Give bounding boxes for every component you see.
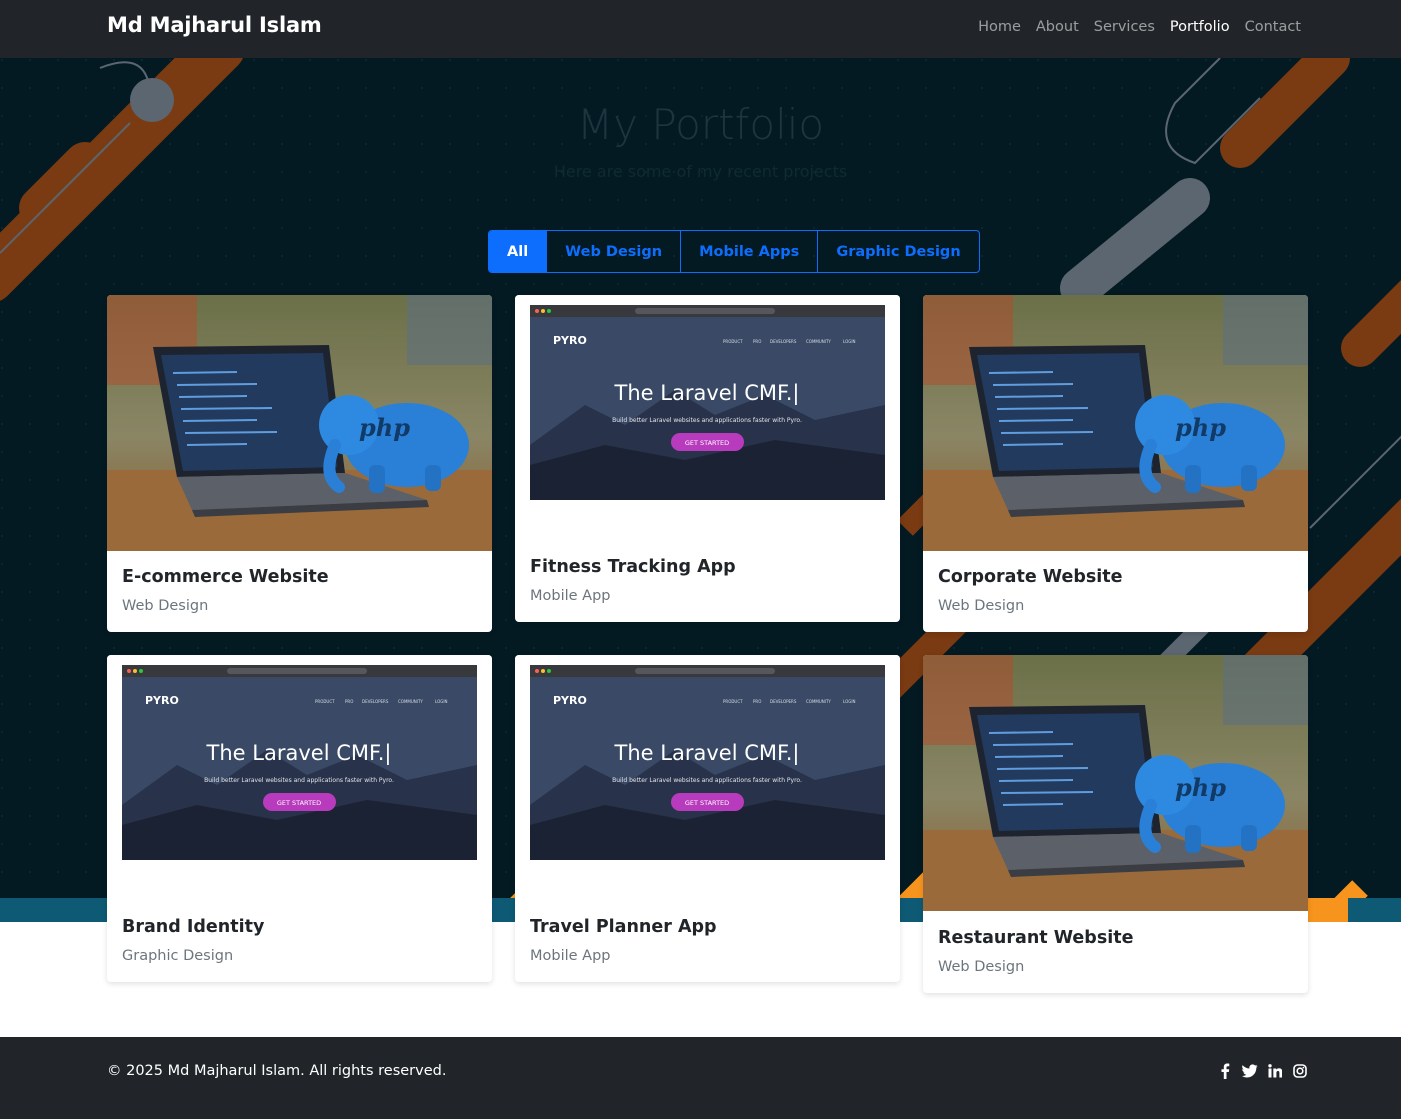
mockup-nav-community: COMMUNITY bbox=[806, 339, 831, 344]
mockup-nav-product: PRODUCT bbox=[315, 699, 335, 704]
social-links bbox=[1217, 1062, 1308, 1080]
project-category: Web Design bbox=[938, 959, 1025, 975]
mockup-nav-developers: DEVELOPERS bbox=[770, 339, 797, 344]
project-card[interactable]: php E-commerce Website Web Design bbox=[107, 295, 492, 632]
portfolio-filter: All Web Design Mobile Apps Graphic Desig… bbox=[488, 230, 980, 273]
project-card[interactable]: php Corporate Website Web Design bbox=[923, 295, 1308, 632]
project-image: php bbox=[107, 295, 492, 551]
project-media: php bbox=[923, 655, 1308, 911]
twitter-icon[interactable] bbox=[1242, 1062, 1258, 1080]
project-image: php bbox=[923, 655, 1308, 911]
php-logo-text: php bbox=[359, 413, 410, 442]
mockup-headline: The Laravel CMF.| bbox=[614, 381, 800, 406]
nav-links: Home About Services Portfolio Contact bbox=[978, 19, 1301, 35]
mockup-nav-developers: DEVELOPERS bbox=[362, 699, 389, 704]
page-title: My Portfolio bbox=[576, 100, 825, 149]
navbar: Md Majharul Islam Home About Services Po… bbox=[0, 0, 1401, 58]
filter-mobile-apps-button[interactable]: Mobile Apps bbox=[681, 231, 819, 272]
mockup-tagline: Build better Laravel websites and applic… bbox=[612, 417, 802, 424]
filter-web-design-button[interactable]: Web Design bbox=[547, 231, 682, 272]
mockup-cta: GET STARTED bbox=[685, 799, 729, 807]
project-title[interactable]: Travel Planner App bbox=[530, 917, 717, 937]
mockup-cta: GET STARTED bbox=[277, 799, 321, 807]
project-card[interactable]: PYRO PRODUCT PRO DEVELOPERS COMMUNITY LO… bbox=[515, 295, 900, 622]
mockup-nav-community: COMMUNITY bbox=[398, 699, 423, 704]
mockup-nav-pro: PRO bbox=[753, 699, 761, 704]
project-category: Web Design bbox=[938, 598, 1025, 614]
mockup-nav-login: LOGIN bbox=[843, 699, 856, 704]
mockup-cta: GET STARTED bbox=[685, 439, 729, 447]
project-category: Graphic Design bbox=[122, 948, 234, 964]
project-image: php bbox=[923, 295, 1308, 551]
mockup-nav-login: LOGIN bbox=[843, 339, 856, 344]
project-media: PYRO PRODUCT PRO DEVELOPERS COMMUNITY LO… bbox=[515, 655, 900, 891]
project-image: PYRO PRODUCT PRO DEVELOPERS COMMUNITY LO… bbox=[107, 655, 492, 891]
mockup-nav-pro: PRO bbox=[753, 339, 761, 344]
mockup-tagline: Build better Laravel websites and applic… bbox=[612, 777, 802, 784]
filter-graphic-design-button[interactable]: Graphic Design bbox=[818, 231, 978, 272]
nav-link-portfolio[interactable]: Portfolio bbox=[1170, 19, 1230, 35]
project-title[interactable]: Corporate Website bbox=[938, 567, 1123, 587]
mockup-nav-pro: PRO bbox=[345, 699, 353, 704]
mockup-tagline: Build better Laravel websites and applic… bbox=[204, 777, 394, 784]
nav-link-contact[interactable]: Contact bbox=[1245, 19, 1301, 35]
pyro-logo: PYRO bbox=[553, 694, 587, 707]
pyro-logo: PYRO bbox=[145, 694, 179, 707]
brand-logo[interactable]: Md Majharul Islam bbox=[107, 13, 322, 37]
instagram-icon[interactable] bbox=[1292, 1062, 1308, 1080]
php-logo-text: php bbox=[1175, 413, 1226, 442]
mockup-nav-community: COMMUNITY bbox=[806, 699, 831, 704]
page-subtitle: Here are some of my recent projects bbox=[553, 162, 848, 181]
project-media: php bbox=[923, 295, 1308, 551]
copyright-text: © 2025 Md Majharul Islam. All rights res… bbox=[107, 1063, 447, 1079]
nav-link-services[interactable]: Services bbox=[1094, 19, 1155, 35]
filter-all-button[interactable]: All bbox=[489, 231, 548, 272]
project-category: Mobile App bbox=[530, 588, 611, 604]
project-media: PYRO PRODUCT PRO DEVELOPERS COMMUNITY LO… bbox=[515, 295, 900, 531]
pyro-logo: PYRO bbox=[553, 334, 587, 347]
project-media: php bbox=[107, 295, 492, 551]
facebook-icon[interactable] bbox=[1217, 1062, 1233, 1080]
mockup-nav-login: LOGIN bbox=[435, 699, 448, 704]
footer: © 2025 Md Majharul Islam. All rights res… bbox=[0, 1037, 1401, 1119]
project-image: PYRO PRODUCT PRO DEVELOPERS COMMUNITY LO… bbox=[515, 295, 900, 531]
project-title[interactable]: Brand Identity bbox=[122, 917, 264, 937]
project-category: Mobile App bbox=[530, 948, 611, 964]
project-card[interactable]: PYRO PRODUCT PRO DEVELOPERS COMMUNITY LO… bbox=[515, 655, 900, 982]
nav-link-home[interactable]: Home bbox=[978, 19, 1021, 35]
php-logo-text: php bbox=[1175, 773, 1226, 802]
project-title[interactable]: E-commerce Website bbox=[122, 567, 329, 587]
mockup-headline: The Laravel CMF.| bbox=[614, 741, 800, 766]
project-card[interactable]: PYRO PRODUCT PRO DEVELOPERS COMMUNITY LO… bbox=[107, 655, 492, 982]
project-category: Web Design bbox=[122, 598, 209, 614]
project-media: PYRO PRODUCT PRO DEVELOPERS COMMUNITY LO… bbox=[107, 655, 492, 891]
mockup-nav-developers: DEVELOPERS bbox=[770, 699, 797, 704]
project-card[interactable]: php Restaurant Website Web Design bbox=[923, 655, 1308, 993]
project-image: PYRO PRODUCT PRO DEVELOPERS COMMUNITY LO… bbox=[515, 655, 900, 891]
linkedin-icon[interactable] bbox=[1267, 1062, 1283, 1080]
mockup-headline: The Laravel CMF.| bbox=[206, 741, 392, 766]
mockup-nav-product: PRODUCT bbox=[723, 339, 743, 344]
nav-link-about[interactable]: About bbox=[1036, 19, 1079, 35]
project-title[interactable]: Fitness Tracking App bbox=[530, 557, 736, 577]
mockup-nav-product: PRODUCT bbox=[723, 699, 743, 704]
project-title[interactable]: Restaurant Website bbox=[938, 928, 1133, 948]
